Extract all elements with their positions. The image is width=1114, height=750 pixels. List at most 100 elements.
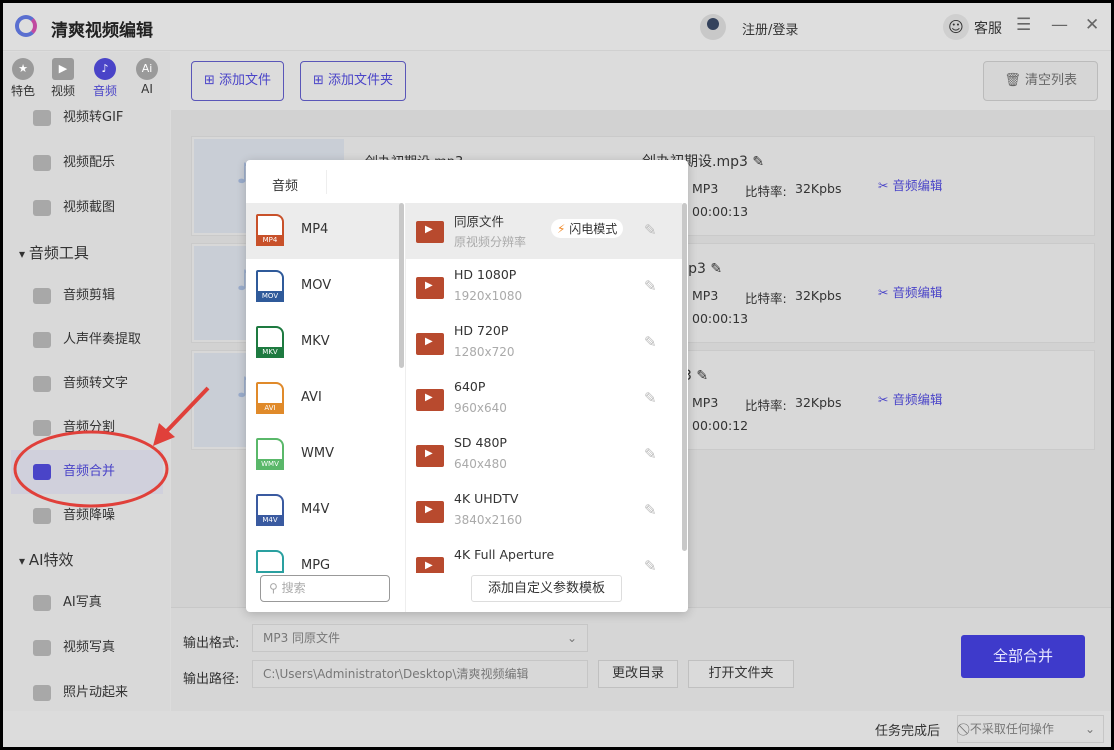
minimize-icon[interactable]: —: [1051, 15, 1068, 35]
open-folder-button[interactable]: 打开文件夹: [688, 660, 794, 688]
audio-edit-link[interactable]: ✂ 音频编辑: [878, 389, 942, 408]
item-label: 视频截图: [63, 200, 116, 215]
sidebar-item-video-music[interactable]: 视频配乐: [33, 143, 170, 183]
format-search-input[interactable]: ⚲ 搜索: [260, 575, 390, 602]
button-label: 清空列表: [1024, 73, 1077, 88]
login-link[interactable]: 注册/登录: [742, 19, 798, 38]
edit-preset-icon[interactable]: ✎: [644, 333, 657, 351]
file-icon-label: MPG: [256, 571, 284, 573]
preset-option[interactable]: 4K UHDTV 3840x2160 ✎: [406, 483, 682, 539]
sidebar-item-audio-merge[interactable]: 音频合并: [11, 450, 163, 494]
edit-preset-icon[interactable]: ✎: [644, 445, 657, 463]
format-option-avi[interactable]: AVI AVI: [246, 371, 400, 427]
edit-preset-icon[interactable]: ✎: [644, 557, 657, 573]
rename-pencil-icon[interactable]: ✎: [752, 154, 764, 170]
video-file-icon: MOV: [256, 270, 284, 302]
format-option-mp4[interactable]: MP4 MP4: [246, 203, 400, 259]
item-label: 视频写真: [63, 640, 116, 655]
tab-featured[interactable]: ★ 特色: [3, 58, 43, 99]
gif-icon: [33, 109, 51, 126]
format-option-mkv[interactable]: MKV MKV: [246, 315, 400, 371]
preset-option[interactable]: 4K Full Aperture ✎: [406, 539, 682, 573]
sidebar-item-vocal-extract[interactable]: 人声伴奏提取: [33, 320, 170, 360]
preset-option[interactable]: HD 1080P 1920x1080 ✎: [406, 259, 682, 315]
add-folder-button[interactable]: ⊞ 添加文件夹: [300, 61, 407, 101]
audio-edit-link[interactable]: ✂ 音频编辑: [878, 282, 942, 301]
preset-option[interactable]: SD 480P 640x480 ✎: [406, 427, 682, 483]
customer-service-icon[interactable]: ☺: [943, 14, 969, 40]
file-icon-label: MOV: [256, 291, 284, 302]
film-icon: [416, 501, 444, 523]
edit-preset-icon[interactable]: ✎: [644, 389, 657, 407]
after-task-select[interactable]: ⃠ 不采取任何操作 ⌄: [957, 715, 1104, 743]
sidebar-item-video-portrait[interactable]: 视频写真: [33, 628, 170, 668]
title-bar: 清爽视频编辑 注册/登录 ☺ 客服 ☰ — ✕: [3, 3, 1111, 51]
section-ai-effects[interactable]: AI特效: [19, 545, 74, 575]
tab-ai[interactable]: Ai AI: [127, 58, 167, 96]
format-option-mpg[interactable]: MPG MPG: [246, 539, 400, 573]
sidebar-item-video-to-gif[interactable]: 视频转GIF: [33, 98, 170, 138]
edit-preset-icon[interactable]: ✎: [644, 501, 657, 519]
customer-service-link[interactable]: 客服: [974, 18, 1002, 38]
item-label: 视频转GIF: [63, 110, 124, 125]
preset-title: HD 1080P: [454, 267, 517, 282]
video-file-icon: MPG: [256, 550, 284, 573]
badge-label: 闪电模式: [569, 222, 618, 236]
video-music-icon: [33, 154, 51, 171]
sidebar-item-animate-photo[interactable]: 照片动起来: [33, 673, 170, 713]
format-scrollbar[interactable]: [399, 203, 404, 368]
sidebar-item-video-screenshot[interactable]: 视频截图: [33, 188, 170, 228]
file-icon-label: WMV: [256, 459, 284, 470]
film-icon: [416, 221, 444, 243]
audio-edit-link[interactable]: ✂ 音频编辑: [878, 175, 942, 194]
rename-pencil-icon[interactable]: ✎: [696, 368, 708, 384]
preset-title: 4K UHDTV: [454, 491, 519, 506]
preset-resolution: 1280x720: [454, 345, 515, 359]
change-dir-button[interactable]: 更改目录: [598, 660, 678, 688]
screenshot-icon: [33, 199, 51, 216]
format-option-wmv[interactable]: WMV WMV: [246, 427, 400, 483]
sidebar-item-audio-to-text[interactable]: 音频转文字: [33, 364, 170, 404]
file-icon-label: AVI: [256, 403, 284, 414]
sidebar-item-audio-denoise[interactable]: 音频降噪: [33, 496, 170, 536]
file-icon-label: MKV: [256, 347, 284, 358]
output-path-field[interactable]: C:\Users\Administrator\Desktop\清爽视频编辑: [252, 660, 588, 688]
sidebar-item-audio-cut[interactable]: 音频剪辑: [33, 276, 170, 316]
preset-resolution: 原视频分辨率: [454, 235, 527, 249]
tab-label: 音频: [92, 84, 117, 98]
preset-option[interactable]: HD 720P 1280x720 ✎: [406, 315, 682, 371]
audio-split-icon: [33, 419, 51, 436]
avatar-icon[interactable]: [700, 14, 726, 40]
tab-video[interactable]: ▶ 视频: [43, 58, 83, 99]
flash-mode-badge[interactable]: ⚡ 闪电模式: [551, 219, 624, 238]
preset-scrollbar[interactable]: [682, 203, 687, 551]
clear-list-button[interactable]: 🗑 清空列表: [983, 61, 1098, 101]
merge-all-button[interactable]: 全部合并: [961, 635, 1085, 678]
sidebar-item-ai-portrait[interactable]: AI写真: [33, 583, 170, 623]
menu-icon[interactable]: ☰: [1016, 15, 1031, 35]
preset-option[interactable]: 同原文件 原视频分辨率 ⚡ 闪电模式 ✎: [406, 203, 682, 259]
tab-audio-format[interactable]: 音频: [272, 175, 298, 194]
preset-option[interactable]: 640P 960x640 ✎: [406, 371, 682, 427]
edit-preset-icon[interactable]: ✎: [644, 277, 657, 295]
tab-audio[interactable]: ♪ 音频: [85, 58, 125, 99]
format-option-mov[interactable]: MOV MOV: [246, 259, 400, 315]
app-window: 清爽视频编辑 注册/登录 ☺ 客服 ☰ — ✕ ★ 特色 ▶ 视频 ♪ 音频 Ai AI…: [3, 3, 1111, 747]
preset-title: SD 480P: [454, 435, 507, 450]
close-icon[interactable]: ✕: [1085, 15, 1099, 35]
sidebar-item-audio-split[interactable]: 音频分割: [33, 408, 170, 448]
star-icon: ★: [12, 58, 34, 80]
ai-portrait-icon: [33, 594, 51, 611]
output-format-select[interactable]: MP3 同原文件 ⌄: [252, 624, 588, 652]
link-label: 音频编辑: [892, 392, 943, 407]
edit-preset-icon[interactable]: ✎: [644, 221, 657, 239]
lightning-icon: ⚡: [557, 222, 566, 236]
preset-title: 640P: [454, 379, 486, 394]
select-value: MP3 同原文件: [263, 631, 341, 645]
format-option-m4v[interactable]: M4V M4V: [246, 483, 400, 539]
section-audio-tools[interactable]: 音频工具: [19, 238, 89, 268]
add-custom-template-button[interactable]: 添加自定义参数模板: [471, 575, 622, 602]
preset-title: 4K Full Aperture: [454, 547, 555, 562]
add-file-button[interactable]: ⊞ 添加文件: [191, 61, 285, 101]
rename-pencil-icon[interactable]: ✎: [710, 261, 722, 277]
